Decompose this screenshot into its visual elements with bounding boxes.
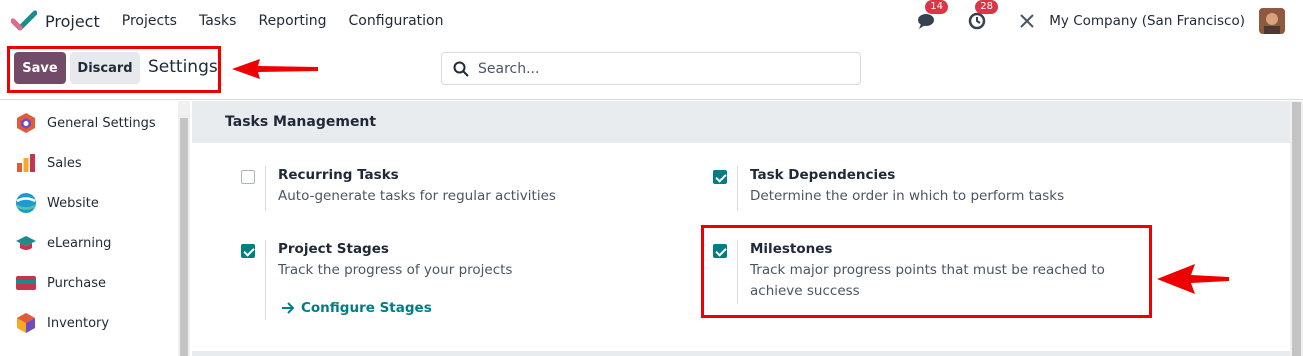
menu-projects[interactable]: Projects bbox=[122, 13, 177, 29]
purchase-icon bbox=[16, 276, 36, 290]
sidebar-item-label: Sales bbox=[47, 155, 82, 171]
website-icon bbox=[16, 193, 36, 213]
user-avatar[interactable] bbox=[1259, 8, 1285, 34]
general-settings-icon bbox=[17, 113, 35, 133]
annotation-arrow-actions bbox=[232, 59, 318, 79]
sidebar-item-general-settings[interactable]: General Settings bbox=[0, 103, 176, 143]
sales-icon bbox=[17, 154, 35, 172]
chat-icon bbox=[918, 14, 935, 29]
sidebar-item-label: Purchase bbox=[47, 275, 107, 291]
arrow-right-icon bbox=[282, 302, 295, 314]
recurring-tasks-title: Recurring Tasks bbox=[278, 167, 399, 183]
configure-stages-link[interactable]: Configure Stages bbox=[281, 300, 432, 316]
divider bbox=[265, 240, 266, 320]
elearning-icon bbox=[16, 236, 36, 250]
recurring-tasks-description: Auto-generate tasks for regular activiti… bbox=[278, 188, 556, 204]
activities-badge: 28 bbox=[975, 0, 999, 14]
annotation-arrow-milestones bbox=[1157, 264, 1229, 294]
sidebar-item-label: General Settings bbox=[47, 115, 156, 131]
company-switcher[interactable]: My Company (San Francisco) bbox=[1049, 13, 1245, 29]
app-brand[interactable]: Project bbox=[11, 10, 100, 32]
clock-icon bbox=[969, 12, 986, 30]
discard-button[interactable]: Discard bbox=[70, 52, 140, 84]
sidebar-item-label: eLearning bbox=[47, 235, 112, 251]
project-app-logo bbox=[11, 10, 37, 31]
milestones-checkbox[interactable] bbox=[713, 244, 727, 258]
sidebar-item-purchase[interactable]: Purchase bbox=[0, 263, 176, 303]
inventory-icon bbox=[17, 313, 35, 333]
divider bbox=[737, 240, 738, 304]
milestones-description: Track major progress points that must be… bbox=[750, 262, 1105, 299]
menu-tasks[interactable]: Tasks bbox=[199, 13, 237, 29]
task-dependencies-checkbox[interactable] bbox=[713, 170, 727, 184]
divider bbox=[737, 166, 738, 211]
top-navbar: Project Projects Tasks Reporting Configu… bbox=[0, 0, 1303, 42]
tools-icon bbox=[1020, 14, 1034, 28]
user-photo bbox=[1259, 8, 1285, 34]
search-input[interactable] bbox=[478, 60, 858, 77]
activities-button[interactable]: 28 bbox=[965, 0, 999, 33]
configure-stages-label: Configure Stages bbox=[301, 300, 432, 316]
control-panel: Save Discard Settings bbox=[0, 42, 1303, 100]
divider bbox=[265, 166, 266, 211]
menu-reporting[interactable]: Reporting bbox=[258, 13, 326, 29]
project-stages-checkbox[interactable] bbox=[241, 244, 255, 258]
search-icon bbox=[453, 61, 469, 77]
sidebar-item-inventory[interactable]: Inventory bbox=[0, 303, 176, 343]
sidebar-item-sales[interactable]: Sales bbox=[0, 143, 176, 183]
content-scrollbar-thumb[interactable] bbox=[1292, 102, 1301, 356]
project-stages-title: Project Stages bbox=[278, 241, 389, 257]
save-button[interactable]: Save bbox=[14, 52, 66, 84]
page-title: Settings bbox=[148, 57, 218, 77]
search-bar[interactable] bbox=[441, 52, 861, 85]
debug-tools-button[interactable] bbox=[1015, 9, 1039, 33]
messages-badge: 14 bbox=[925, 0, 949, 14]
sidebar-scrollbar-thumb[interactable] bbox=[180, 118, 188, 356]
section-title: Tasks Management bbox=[225, 114, 377, 130]
main-menu: Projects Tasks Reporting Configuration bbox=[122, 13, 466, 29]
section-footer bbox=[192, 351, 1290, 356]
messages-button[interactable]: 14 bbox=[915, 0, 949, 33]
settings-content: Tasks Management Recurring Tasks Auto-ge… bbox=[192, 101, 1290, 356]
sidebar-item-website[interactable]: Website bbox=[0, 183, 176, 223]
sidebar-item-label: Inventory bbox=[47, 315, 110, 331]
systray: 14 28 My Company (San Francisco) bbox=[915, 0, 1303, 42]
settings-sidebar: General Settings Sales Website eLearning… bbox=[0, 101, 180, 356]
milestones-title: Milestones bbox=[750, 241, 833, 257]
task-dependencies-title: Task Dependencies bbox=[750, 167, 896, 183]
sidebar-item-elearning[interactable]: eLearning bbox=[0, 223, 176, 263]
project-stages-description: Track the progress of your projects bbox=[278, 262, 513, 278]
section-header: Tasks Management bbox=[192, 101, 1290, 143]
menu-configuration[interactable]: Configuration bbox=[349, 13, 444, 29]
recurring-tasks-checkbox[interactable] bbox=[241, 170, 255, 184]
sidebar-item-label: Website bbox=[47, 195, 99, 211]
task-dependencies-description: Determine the order in which to perform … bbox=[750, 188, 1065, 204]
app-name: Project bbox=[45, 11, 100, 31]
